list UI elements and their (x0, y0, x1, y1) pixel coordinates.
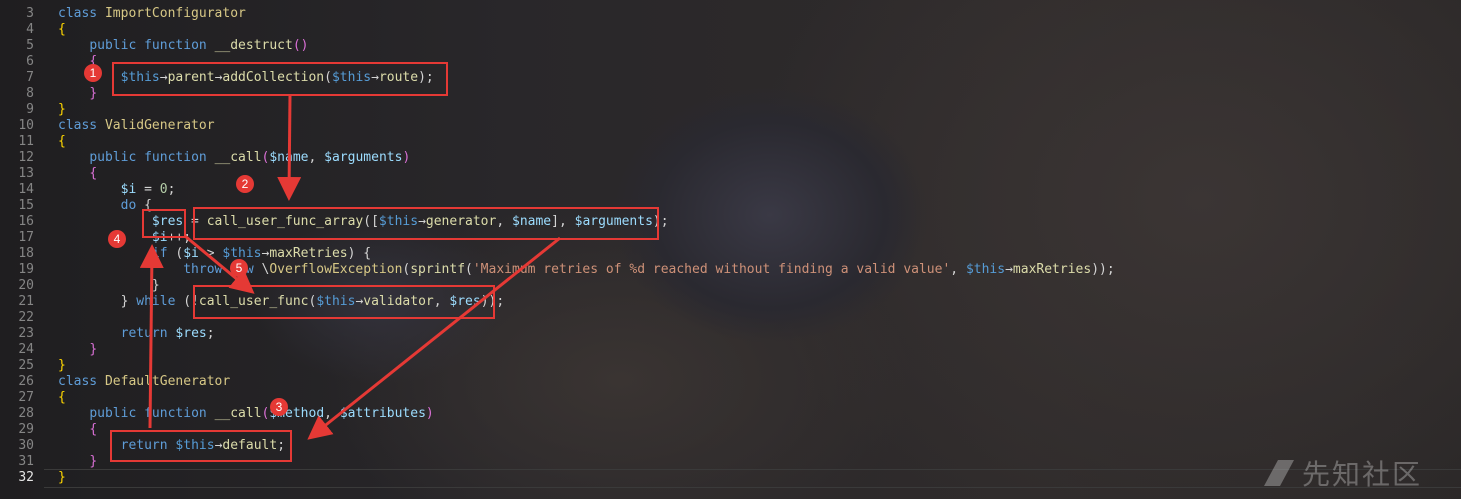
arrow-1-to-2 (277, 94, 302, 201)
watermark-text: 先知社区 (1302, 458, 1423, 491)
step-badge-2: 2 (236, 175, 254, 193)
watermark-logo-icon (1264, 460, 1294, 486)
step-badge-1: 1 (84, 64, 102, 82)
arrow-2-to-3 (307, 236, 561, 440)
arrow-3-to-4 (139, 244, 164, 429)
step-badge-3: 3 (270, 398, 288, 416)
step-badge-4: 4 (108, 230, 126, 248)
watermark: 先知社区 (1262, 455, 1422, 491)
annotation-arrows (139, 94, 561, 440)
step-badge-5: 5 (230, 259, 248, 277)
